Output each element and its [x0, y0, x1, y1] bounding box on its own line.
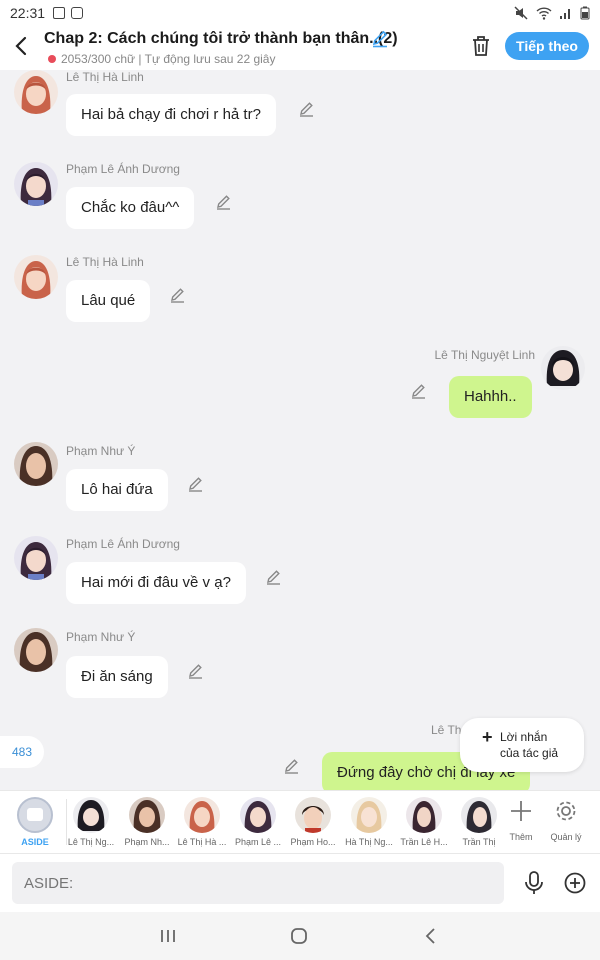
edit-title-icon[interactable]: [370, 28, 390, 48]
status-time: 22:31: [10, 5, 46, 21]
edit-message-icon[interactable]: [215, 193, 233, 211]
character-label: Lê Thị Ng...: [67, 837, 115, 847]
character-label: Hà Thị Ng...: [345, 837, 393, 847]
message-bubble[interactable]: Hai bả chạy đi chơi r hả tr?: [66, 94, 276, 136]
author-note-label: Lời nhắn: [500, 730, 548, 744]
avatar[interactable]: [14, 442, 58, 486]
character-item[interactable]: Phạm Ho...: [286, 796, 340, 852]
message-bubble[interactable]: Hai mới đi đâu về v ạ?: [66, 562, 246, 604]
aside-icon: [17, 797, 53, 833]
character-label: ASIDE: [21, 837, 49, 847]
plus-icon: [511, 801, 531, 821]
mute-icon: [514, 6, 528, 20]
gear-icon: [556, 801, 576, 821]
avatar: [461, 797, 497, 833]
avatar: [295, 797, 331, 833]
word-count-status: 2053/300 chữ | Tự động lưu sau 22 giây: [44, 52, 275, 66]
avatar[interactable]: [14, 628, 58, 672]
edit-message-icon[interactable]: [283, 757, 301, 775]
character-name: Phạm Lê Ánh Dương: [66, 162, 180, 176]
gallery-icon: [53, 7, 66, 19]
record-dot-icon: [48, 55, 56, 63]
status-bar: 22:31: [0, 0, 600, 26]
message-bubble[interactable]: Hahhh..: [449, 376, 532, 418]
home-icon[interactable]: [289, 926, 309, 946]
message-bubble[interactable]: Lô hai đứa: [66, 469, 168, 511]
manage-label: Quản lý: [550, 832, 582, 842]
avatar[interactable]: [14, 536, 58, 580]
character-bar: ASIDE Lê Thị Ng... Phạm Nh... Lê Thị Hà …: [0, 790, 600, 854]
character-name: Lê Thị Hà Linh: [66, 255, 144, 269]
add-circle-icon[interactable]: [564, 872, 586, 894]
edit-message-icon[interactable]: [187, 662, 205, 680]
battery-icon: [580, 6, 590, 20]
avatar[interactable]: [14, 70, 58, 114]
character-item[interactable]: Lê Thị Hà ...: [175, 796, 229, 852]
wifi-icon: [536, 7, 552, 20]
input-bar: [0, 854, 600, 912]
message-counter: 483: [0, 736, 44, 768]
message-bubble[interactable]: Đi ăn sáng: [66, 656, 168, 698]
edit-message-icon[interactable]: [298, 100, 316, 118]
edit-message-icon[interactable]: [187, 475, 205, 493]
avatar: [184, 797, 220, 833]
character-name: Lê Thị Hà Linh: [66, 70, 144, 84]
avatar: [406, 797, 442, 833]
notification-icon: [71, 7, 84, 19]
avatar: [351, 797, 387, 833]
avatar[interactable]: [541, 346, 585, 390]
avatar[interactable]: [14, 255, 58, 299]
avatar[interactable]: [14, 162, 58, 206]
manage-button[interactable]: Quản lý: [539, 796, 593, 852]
character-name: Lê Thị Nguyệt Linh: [434, 348, 535, 362]
edit-message-icon[interactable]: [265, 568, 283, 586]
back-icon[interactable]: [421, 926, 441, 946]
avatar: [240, 797, 276, 833]
character-label: Trần Lê H...: [400, 837, 448, 847]
edit-message-icon[interactable]: [169, 286, 187, 304]
character-item[interactable]: Phạm Nh...: [120, 796, 174, 852]
system-nav-bar: [0, 912, 600, 960]
author-note-label-2: của tác giả: [500, 746, 559, 760]
character-name: Phạm Như Ý: [66, 630, 136, 644]
message-bubble[interactable]: Chắc ko đâu^^: [66, 187, 195, 229]
character-label: Phạm Lê ...: [234, 837, 282, 847]
character-label: Phạm Nh...: [124, 837, 170, 847]
chapter-title[interactable]: Chap 2: Cách chúng tôi trở thành bạn thâ…: [44, 30, 398, 48]
edit-message-icon[interactable]: [410, 382, 428, 400]
character-name: Phạm Lê Ánh Dương: [66, 537, 180, 551]
microphone-icon[interactable]: [522, 870, 546, 896]
chat-area: Lê Thị Hà Linh Hai bả chạy đi chơi r hả …: [0, 70, 600, 790]
character-label: Lê Thị Hà ...: [177, 837, 227, 847]
character-item[interactable]: Lê Thị Ng...: [64, 796, 118, 852]
character-aside[interactable]: ASIDE: [8, 796, 62, 852]
character-item[interactable]: Hà Thị Ng...: [342, 796, 396, 852]
character-item[interactable]: Trần Lê H...: [397, 796, 451, 852]
message-bubble[interactable]: Lâu qué: [66, 280, 151, 322]
recent-apps-icon[interactable]: [158, 926, 178, 946]
word-count-text: 2053/300 chữ | Tự động lưu sau 22 giây: [61, 52, 276, 66]
character-name: Lê Th: [431, 723, 462, 737]
author-note-button[interactable]: + Lời nhắn của tác giả: [460, 718, 584, 772]
plus-icon: +: [482, 727, 493, 747]
message-input[interactable]: [12, 862, 504, 904]
status-icons: [514, 6, 590, 20]
back-arrow-icon[interactable]: [12, 34, 32, 58]
trash-icon[interactable]: [470, 34, 492, 58]
signal-icon: [560, 9, 570, 19]
next-button[interactable]: Tiếp theo: [505, 32, 589, 60]
character-label: Phạm Ho...: [290, 837, 336, 847]
character-name: Phạm Như Ý: [66, 444, 136, 458]
editor-header: Chap 2: Cách chúng tôi trở thành bạn thâ…: [0, 26, 600, 70]
avatar: [73, 797, 109, 833]
avatar: [129, 797, 165, 833]
character-item[interactable]: Phạm Lê ...: [231, 796, 285, 852]
